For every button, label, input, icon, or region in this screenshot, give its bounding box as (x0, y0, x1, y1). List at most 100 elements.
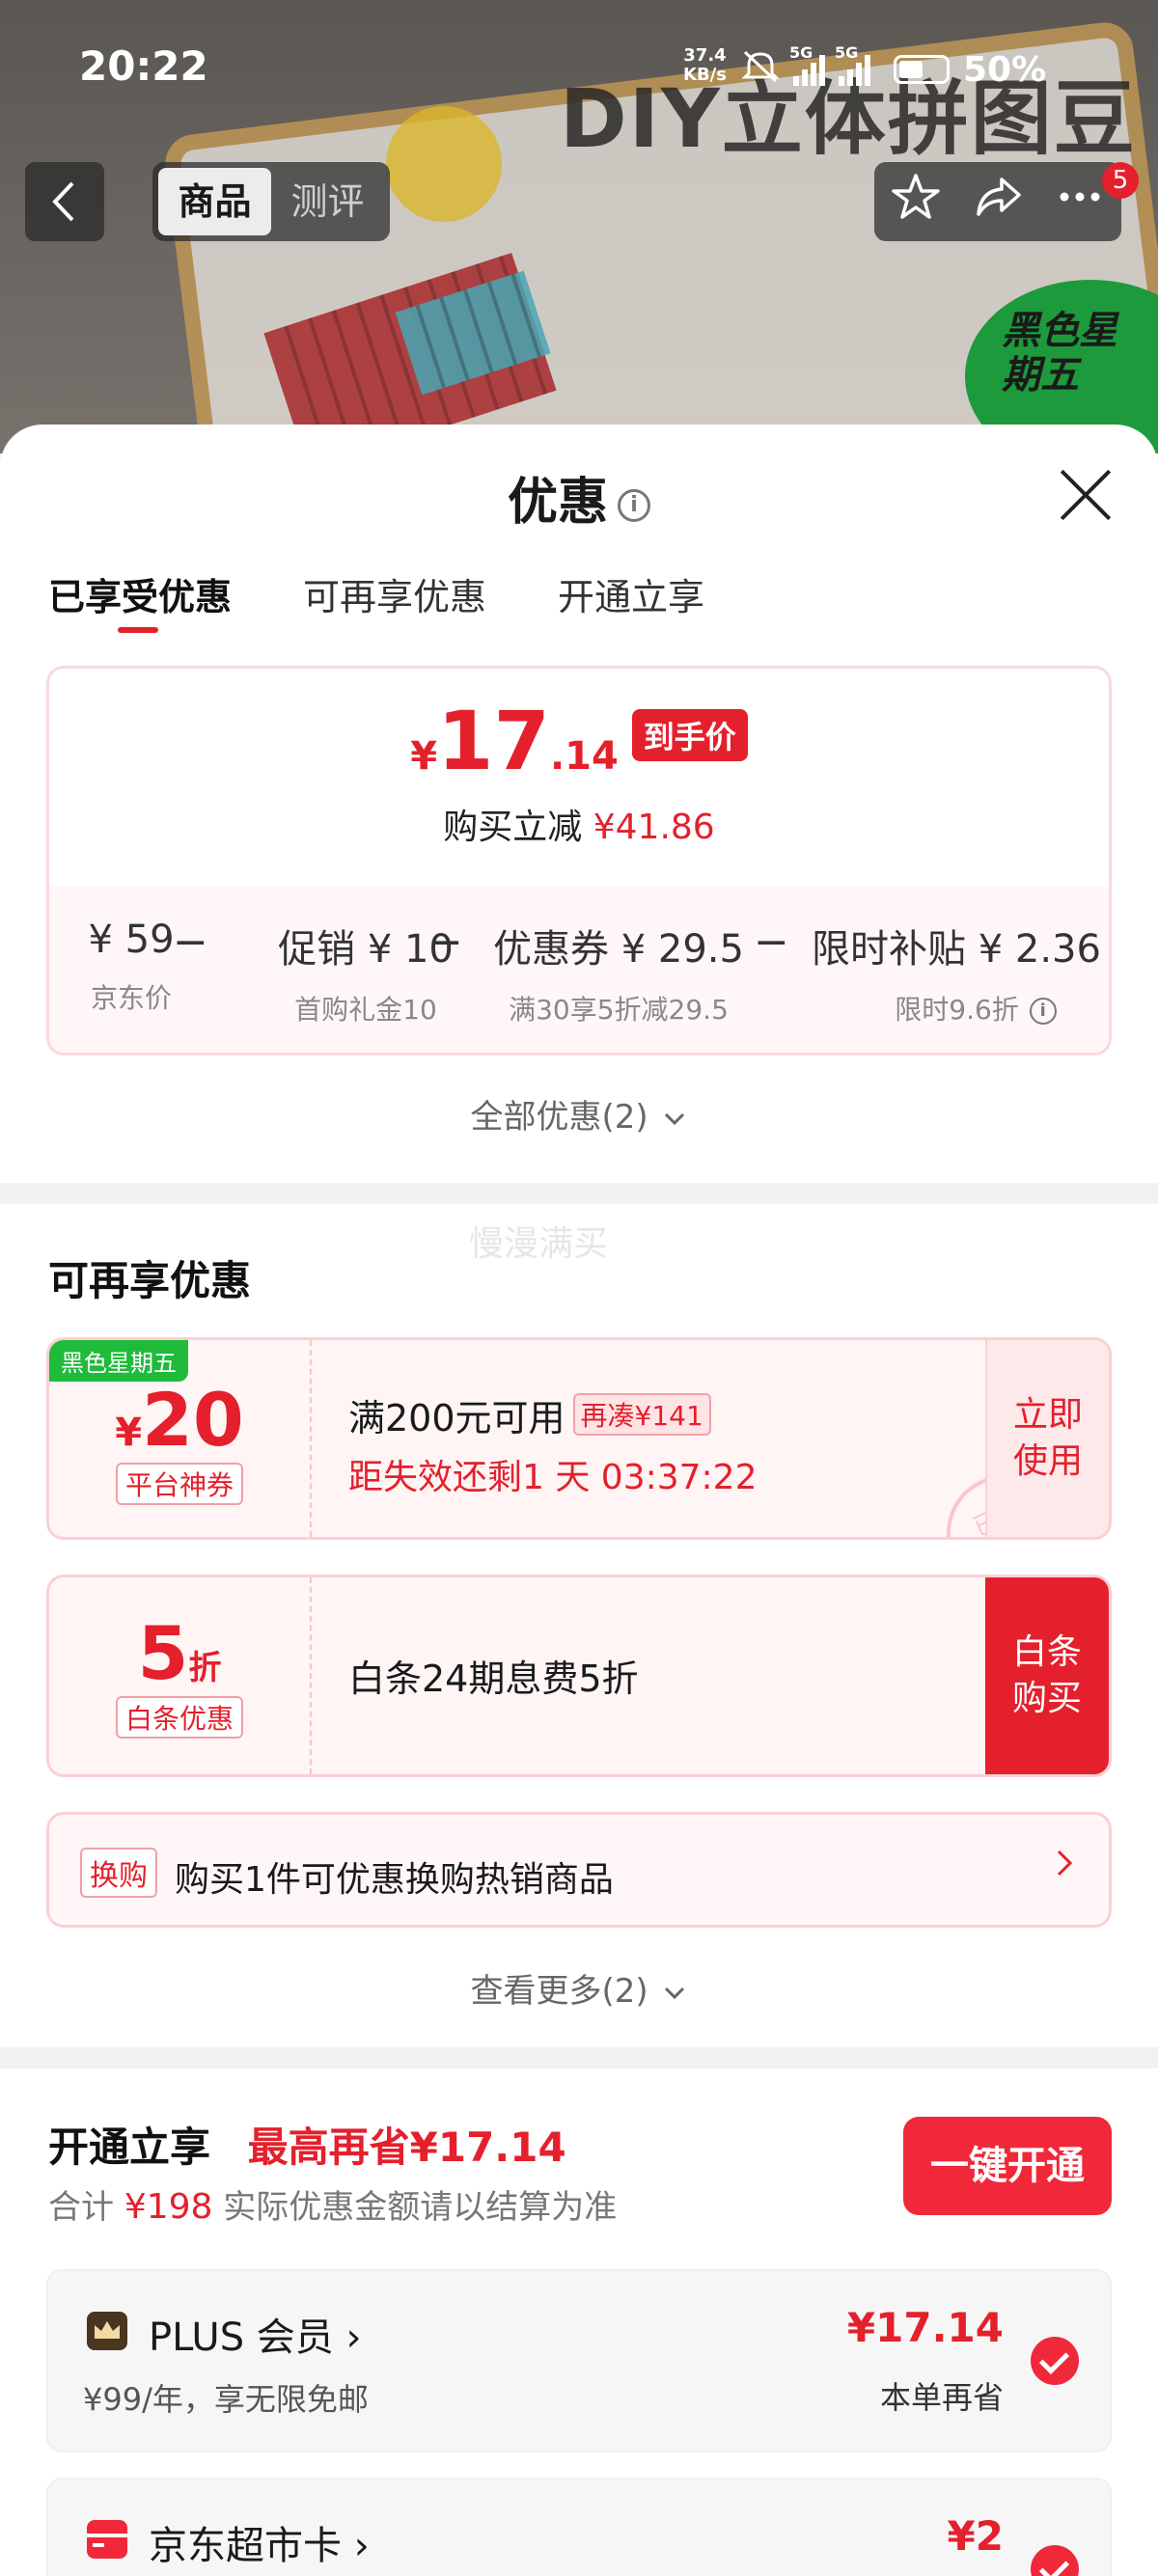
signal-sim2-icon: 5G (835, 43, 870, 86)
exchange-purchase-row[interactable]: 换购 购买1件可优惠换购热销商品 (46, 1812, 1112, 1928)
share-button[interactable] (964, 172, 1032, 233)
section-divider (0, 1183, 1158, 1204)
status-time: 20:22 (79, 42, 208, 90)
purchase-reduce: 购买立减 ¥41.86 (49, 799, 1109, 849)
favorite-button[interactable] (882, 172, 950, 233)
use-now-label: 立即使用 (1012, 1395, 1083, 1481)
total-label: 合计 (48, 2188, 114, 2227)
share-icon (977, 177, 1021, 216)
price-card: ¥17.14 到手价 购买立减 ¥41.86 ¥ 59 京东价 − 促销 ¥ 10… (46, 666, 1112, 1055)
membership-title-row: 开通立享 最高再省¥17.14 (48, 2115, 566, 2174)
crown-icon (87, 2312, 127, 2350)
mute-icon (741, 48, 780, 91)
notification-badge: 5 (1102, 162, 1139, 199)
sheet-title-text: 优惠 (507, 474, 608, 532)
see-more-toggle[interactable]: 查看更多(2) (0, 1964, 1158, 2012)
tab-open-enjoy[interactable]: 开通立享 (558, 567, 704, 620)
breakdown-promotion: 促销 ¥ 10 首购礼金10 (221, 918, 510, 1028)
supermarket-card[interactable]: 京东超市卡 › ¥2 (46, 2478, 1112, 2576)
plus-member-price: ¥17.14 (846, 2304, 1004, 2351)
plus-member-card[interactable]: PLUS 会员 › ¥99/年，享无限免邮 ¥17.14 本单再省 (46, 2269, 1112, 2453)
coupon-amount: 5折 (49, 1610, 310, 1696)
platform-coupon-card: 黑色星期五 ¥20 平台神券 满200元可用 再凑¥141 距失效还剩1 天 03… (46, 1337, 1112, 1540)
coupon-currency: ¥ (115, 1411, 143, 1455)
final-price-tag: 到手价 (631, 709, 748, 761)
discount-sheet: 优惠 i 已享受优惠 可再享优惠 开通立享 ¥17.14 到手价 购买立减 ¥41.… (0, 425, 1158, 2576)
info-icon[interactable]: i (1029, 998, 1057, 1025)
info-icon[interactable]: i (618, 489, 650, 522)
one-click-open-button[interactable]: 一键开通 (903, 2117, 1112, 2215)
back-button[interactable] (25, 162, 104, 241)
final-price-dec: .14 (549, 734, 619, 779)
black-friday-ribbon: 黑色星期五 (49, 1340, 188, 1382)
sim1-label: 5G (789, 43, 813, 62)
baitiao-coupon-card: 5折 白条优惠 白条24期息费5折 白条购买 (46, 1575, 1112, 1777)
coupon-value: 5 (137, 1610, 189, 1696)
coupon-left: 黑色星期五 ¥20 平台神券 (49, 1340, 312, 1537)
nav-tab-review[interactable]: 测评 (271, 168, 384, 235)
tab-more-available[interactable]: 可再享优惠 (303, 567, 486, 620)
see-more-label: 查看更多(2) (470, 1972, 648, 2011)
sim2-label: 5G (835, 43, 859, 62)
close-button[interactable] (1058, 467, 1114, 523)
coupon-condition-row: 满200元可用 再凑¥141 (348, 1388, 757, 1441)
breakdown-sub: 首购礼金10 (294, 994, 437, 1026)
product-nav-actions (874, 162, 1121, 241)
star-icon (891, 173, 940, 219)
supermarket-card-price: ¥2 (947, 2512, 1004, 2560)
status-bar: 20:22 37.4 KB/s 5G 5G 50% (0, 0, 1158, 145)
use-now-button[interactable]: 立即使用 (985, 1340, 1109, 1537)
minus-sign: − (173, 918, 208, 967)
signal-sim1-icon: 5G (789, 43, 825, 86)
all-discounts-label: 全部优惠(2) (470, 1098, 648, 1137)
coupon-info: 满200元可用 再凑¥141 距失效还剩1 天 03:37:22 (348, 1388, 757, 1499)
coupon-left: 5折 白条优惠 (49, 1577, 312, 1774)
final-price-int: 17 (437, 694, 550, 788)
final-price-currency: ¥ (410, 734, 438, 779)
coupon-unit: 折 (188, 1649, 222, 1687)
checkmark-icon[interactable] (1031, 2337, 1079, 2385)
total-amount: ¥198 (124, 2187, 213, 2227)
exchange-text: 购买1件可优惠换购热销商品 (175, 1860, 614, 1900)
membership-subline: 合计 ¥198 实际优惠金额请以结算为准 (48, 2180, 617, 2228)
coupon-condition: 白条24期息费5折 (348, 1658, 639, 1700)
chevron-right-icon (1053, 1844, 1076, 1893)
chevron-left-icon (52, 181, 74, 222)
breakdown-coupon: 优惠券 ¥ 29.5 满30享5折减29.5 (474, 918, 763, 1028)
breakdown-value: 限时补贴 ¥ 2.36 (812, 927, 1101, 972)
network-speed: 37.4 KB/s (683, 46, 727, 85)
more-section-title: 可再享优惠 (48, 1257, 252, 1304)
status-icons: 5G 5G 50% (741, 43, 1046, 91)
breakdown-sub: 满30享5折减29.5 (509, 994, 729, 1026)
black-friday-badge-text: 黑色星期五 (1002, 309, 1117, 397)
supermarket-card-name: 京东超市卡 › (149, 2524, 370, 2568)
coupon-countdown: 距失效还剩1 天 03:37:22 (348, 1458, 758, 1497)
card-icon (87, 2520, 127, 2559)
sheet-title: 优惠 i (0, 461, 1158, 534)
minus-sign: − (754, 918, 789, 967)
tab-enjoyed[interactable]: 已享受优惠 (48, 567, 232, 633)
network-speed-value: 37.4 (683, 45, 727, 66)
network-speed-unit: KB/s (683, 65, 727, 85)
coupon-gap-tag: 再凑¥141 (572, 1393, 711, 1436)
breakdown-value: 促销 ¥ 10 (278, 927, 454, 972)
nav-tab-product[interactable]: 商品 (158, 168, 271, 235)
breakdown-sub-text: 限时9.6折 (895, 994, 1019, 1026)
reduce-amount: ¥41.86 (593, 808, 715, 847)
baitiao-buy-button[interactable]: 白条购买 (985, 1577, 1109, 1774)
coupon-info: 白条24期息费5折 (348, 1649, 639, 1702)
minus-sign: − (427, 918, 463, 967)
baitiao-buy-label: 白条购买 (1011, 1632, 1082, 1718)
section-divider (0, 2047, 1158, 2069)
product-nav-tabs: 商品 测评 (152, 162, 390, 241)
all-discounts-toggle[interactable]: 全部优惠(2) (0, 1090, 1158, 1137)
coupon-amount: ¥20 (49, 1377, 310, 1463)
exchange-label: 换购 (80, 1848, 157, 1898)
checkmark-icon[interactable] (1031, 2545, 1079, 2576)
battery-icon (894, 55, 950, 84)
plus-member-name: PLUS 会员 › (149, 2316, 362, 2360)
breakdown-subsidy[interactable]: 限时补贴 ¥ 2.36 限时9.6折 i (802, 918, 1109, 1028)
coupon-kind: 平台神券 (115, 1463, 243, 1505)
coupon-value: 20 (142, 1377, 244, 1463)
coupon-kind: 白条优惠 (115, 1696, 243, 1739)
